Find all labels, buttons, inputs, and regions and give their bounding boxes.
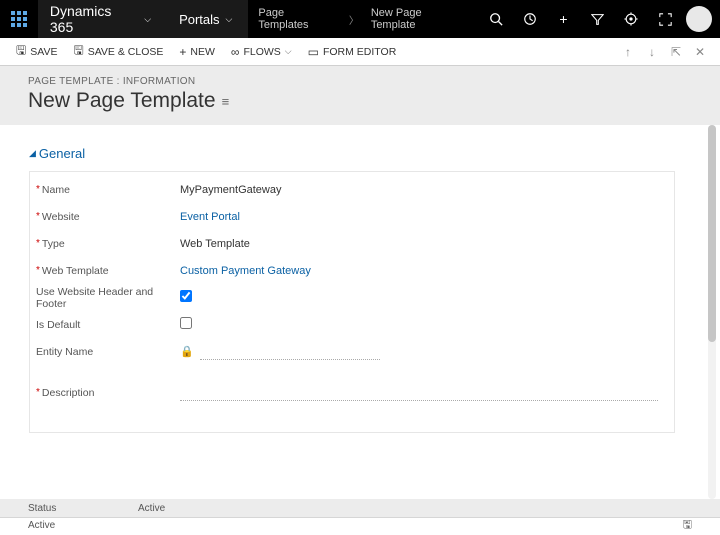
website-label: Website: [42, 211, 80, 223]
section-webpages: ◢ Web Pages Name↑ Partial URL Parent Pag…: [25, 497, 679, 499]
chevron-right-icon: 〉: [347, 12, 361, 27]
page-title: New Page Template: [28, 89, 216, 113]
lock-icon: 🔒: [180, 345, 194, 358]
breadcrumb-item[interactable]: New Page Template: [361, 0, 479, 38]
section-general-header[interactable]: ◢ General: [29, 140, 675, 171]
form-editor-label: FORM EDITOR: [323, 46, 396, 58]
avatar[interactable]: [686, 6, 712, 32]
popout-icon[interactable]: ⇱: [664, 45, 688, 59]
flows-button[interactable]: ∞ FLOWS ⌵: [223, 38, 300, 65]
save-close-button[interactable]: 🖫 SAVE & CLOSE: [65, 38, 171, 65]
webtemplate-link[interactable]: Custom Payment Gateway: [180, 265, 311, 277]
name-value[interactable]: MyPaymentGateway: [180, 184, 281, 196]
brand-label: Dynamics 365: [50, 3, 138, 35]
nav-down-icon[interactable]: ↓: [640, 45, 664, 59]
add-icon[interactable]: +: [547, 0, 581, 38]
command-bar: 🖫 SAVE 🖫 SAVE & CLOSE + NEW ∞ FLOWS ⌵ ▭ …: [0, 38, 720, 66]
footer-bar: Active 🖫: [0, 517, 720, 533]
flow-icon: ∞: [231, 45, 240, 59]
form-editor-button[interactable]: ▭ FORM EDITOR: [300, 38, 405, 65]
section-general-label: General: [39, 146, 85, 161]
module-label: Portals: [179, 12, 219, 27]
recent-icon[interactable]: [513, 0, 547, 38]
description-input[interactable]: [180, 384, 658, 401]
form-icon: ▭: [308, 45, 319, 59]
plus-icon: +: [179, 45, 186, 59]
breadcrumb-item[interactable]: Page Templates: [248, 0, 346, 38]
description-label: Description: [42, 387, 95, 399]
search-icon[interactable]: [479, 0, 513, 38]
save-close-label: SAVE & CLOSE: [88, 46, 164, 58]
save-icon: 🖫: [16, 41, 26, 62]
title-menu-icon[interactable]: ≡: [222, 94, 230, 109]
filter-icon[interactable]: [580, 0, 614, 38]
new-button[interactable]: + NEW: [171, 38, 223, 65]
save-label: SAVE: [30, 46, 57, 58]
website-link[interactable]: Event Portal: [180, 211, 240, 223]
close-icon[interactable]: ✕: [688, 45, 712, 59]
save-close-icon: 🖫: [73, 41, 83, 62]
flows-label: FLOWS: [243, 46, 280, 58]
advanced-find-icon[interactable]: [614, 0, 648, 38]
usehf-checkbox[interactable]: [180, 290, 192, 302]
scrollbar-thumb[interactable]: [708, 125, 716, 342]
type-value[interactable]: Web Template: [180, 238, 250, 250]
status-value: Active: [138, 503, 165, 514]
status-label: Status: [28, 503, 138, 514]
footer-active: Active: [28, 520, 55, 531]
webtemplate-label: Web Template: [42, 265, 109, 277]
brand-menu[interactable]: Dynamics 365 ⌵: [38, 0, 163, 38]
entity-label: Entity Name: [36, 346, 93, 358]
save-icon[interactable]: 🖫: [683, 516, 692, 535]
form-subtitle: PAGE TEMPLATE : INFORMATION: [28, 76, 700, 87]
chevron-down-icon: ⌵: [226, 14, 233, 25]
new-label: NEW: [190, 46, 215, 58]
fullscreen-icon[interactable]: [648, 0, 682, 38]
collapse-icon: ◢: [29, 148, 36, 159]
type-label: Type: [42, 238, 65, 250]
entity-input[interactable]: [200, 343, 380, 360]
nav-up-icon[interactable]: ↑: [616, 45, 640, 59]
name-label: Name: [42, 184, 70, 196]
global-nav: Dynamics 365 ⌵ Portals ⌵ Page Templates …: [0, 0, 720, 38]
status-bar: Status Active: [0, 499, 720, 517]
isdefault-label: Is Default: [36, 319, 80, 331]
section-general: ◢ General *Name MyPaymentGateway *Websit…: [25, 134, 679, 451]
save-button[interactable]: 🖫 SAVE: [8, 38, 65, 65]
app-launcher-icon[interactable]: [0, 0, 38, 38]
form-header: PAGE TEMPLATE : INFORMATION New Page Tem…: [0, 66, 720, 125]
chevron-down-icon: ⌵: [144, 14, 151, 25]
isdefault-checkbox[interactable]: [180, 317, 192, 329]
module-menu[interactable]: Portals ⌵: [163, 0, 248, 38]
usehf-label: Use Website Header and Footer: [36, 286, 178, 310]
chevron-down-icon: ⌵: [285, 46, 292, 57]
